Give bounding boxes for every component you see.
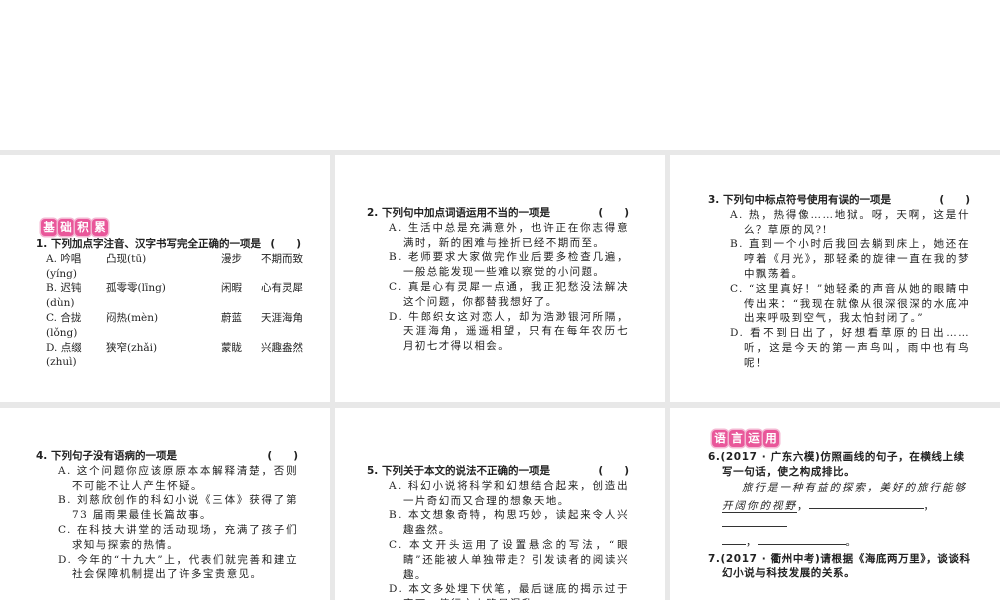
badge-char: 积 — [75, 219, 91, 236]
question-2: 2. 下列句中加点词语运用不当的一项是 ( ) A. 生活中总是充满意外，也许正在… — [367, 206, 629, 354]
option-cell: 闷热(mèn) — [106, 311, 159, 324]
answer-blank[interactable] — [808, 497, 924, 509]
option: D. 本文多处埋下伏笔，最后谜底的揭示过于突兀，使行文上略显混乱。 — [389, 583, 629, 600]
option-cell: 漫步 — [221, 252, 242, 265]
option-cell: A. 吟唱(yíng) — [46, 252, 82, 280]
question-3: 3. 下列句中标点符号使用有误的一项是 ( ) A. 热，热得像……地狱。呀，天啊… — [708, 193, 970, 371]
option-cell: C. 合拢(lǒng) — [46, 311, 82, 339]
option-row: C. 合拢(lǒng) 闷热(mèn) 蔚蓝 天涯海角 — [36, 311, 303, 341]
section-badge-usage: 语言运用 — [712, 430, 779, 447]
badge-char: 基 — [41, 219, 57, 236]
prompt-text: 旅行是一种有益的探索，美好的旅行能够 — [742, 481, 967, 494]
option: C. “这里真好！”她轻柔的声音从她的眼睛中传出来：“我现在就像从很深很深的水底… — [730, 282, 970, 325]
answer-bracket[interactable]: ( ) — [598, 464, 629, 479]
option: A. 这个问题你应该原原本本解释清楚，否则不可能不让人产生怀疑。 — [58, 464, 298, 492]
option-row: A. 吟唱(yíng) 凸现(tū) 漫步 不期而致 — [36, 252, 303, 282]
punct: ， — [797, 499, 809, 512]
option: B. 本文想象奇特，构思巧妙，读起来令人兴趣盎然。 — [389, 509, 629, 537]
panel-question-5: 5. 下列关于本文的说法不正确的一项是 ( ) A. 科幻小说将科学和幻想结合起来… — [335, 408, 665, 600]
option-row: B. 迟钝(dùn) 孤零零(līng) 闲暇 心有灵犀 — [36, 281, 303, 311]
question-stem: 1. 下列加点字注音、汉字书写完全正确的一项是 ( ) — [36, 237, 301, 252]
option: C. 真是心有灵犀一点通，我正犯愁没法解决这个问题，你都替我想好了。 — [389, 280, 629, 308]
question-stem: 5. 下列关于本文的说法不正确的一项是 ( ) — [367, 464, 629, 479]
option: C. 本文开头运用了设置悬念的写法，“眼睛”还能被人单独带走？引发读者的阅读兴趣… — [389, 538, 629, 581]
badge-char: 用 — [763, 430, 779, 447]
option-cell: 兴趣盎然 — [261, 341, 303, 354]
option-row: D. 点缀(zhuì) 狭窄(zhǎi) 蒙眬 兴趣盎然 — [36, 341, 303, 371]
option: A. 热，热得像……地狱。呀，天啊，这是什么？草原的风?! — [730, 208, 970, 236]
question-stem: 6.(2017 · 广东六模)仿照画线的句子，在横线上续写一句话，使之构成排比。 — [708, 451, 965, 478]
badge-char: 言 — [729, 430, 745, 447]
blank-header-area — [0, 0, 1000, 150]
option: A. 生活中总是充满意外，也许正在你志得意满时，新的困难与挫折已经不期而至。 — [389, 221, 629, 249]
question-4: 4. 下列句子没有语病的一项是 ( ) A. 这个问题你应该原原本本解释清楚，否则… — [36, 449, 298, 582]
badge-char: 语 — [712, 430, 728, 447]
answer-blank[interactable] — [757, 533, 846, 545]
stem-text: 2. 下列句中加点词语运用不当的一项是 — [367, 207, 550, 219]
panel-question-2: 2. 下列句中加点词语运用不当的一项是 ( ) A. 生活中总是充满意外，也许正在… — [335, 155, 665, 402]
option: D. 今年的“十九大”上，代表们就完善和建立社会保障机制提出了许多宝贵意见。 — [58, 553, 298, 581]
q6-prompt: 旅行是一种有益的探索，美好的旅行能够开阔你的视野，， ，。 — [708, 480, 973, 551]
answer-bracket[interactable]: ( ) — [598, 206, 629, 221]
question-6: 6.(2017 · 广东六模)仿照画线的句子，在横线上续写一句话，使之构成排比。… — [708, 450, 973, 581]
punct: ， — [746, 535, 758, 548]
panel-questions-6-7: 语言运用 6.(2017 · 广东六模)仿照画线的句子，在横线上续写一句话，使之… — [670, 408, 1000, 600]
stem-text: 4. 下列句子没有语病的一项是 — [36, 450, 177, 462]
badge-char: 础 — [58, 219, 74, 236]
option-cell: 狭窄(zhǎi) — [106, 341, 158, 354]
option: D. 看不到日出了，好想看草原的日出……听，这是今天的第一声鸟叫，雨中也有鸟呢！ — [730, 327, 970, 369]
answer-bracket[interactable]: ( ) — [270, 237, 301, 252]
option-cell: B. 迟钝(dùn) — [46, 282, 82, 310]
option-cell: 心有灵犀 — [261, 282, 303, 295]
panel-question-4: 4. 下列句子没有语病的一项是 ( ) A. 这个问题你应该原原本本解释清楚，否则… — [0, 408, 330, 600]
option: B. 老师要求大家做完作业后要多检查几遍，一般总能发现一些难以察觉的小问题。 — [389, 251, 629, 279]
option: D. 牛郎织女这对恋人，却为浩渺银河所隔，天涯海角，遥遥相望，只有在每年农历七月… — [389, 310, 629, 353]
panel-question-3: 3. 下列句中标点符号使用有误的一项是 ( ) A. 热，热得像……地狱。呀，天啊… — [670, 155, 1000, 402]
question-stem: 2. 下列句中加点词语运用不当的一项是 ( ) — [367, 206, 629, 221]
question-7-stem: 7.(2017 · 衢州中考)请根据《海底两万里》，谈谈科幻小说与科技发展的关系… — [708, 552, 971, 580]
option-cell: 孤零零(līng) — [106, 282, 166, 295]
option: C. 在科技大讲堂的活动现场，充满了孩子们求知与探索的热情。 — [58, 523, 298, 551]
option-cell: 凸现(tū) — [106, 252, 147, 265]
option: A. 科幻小说将科学和幻想结合起来，创造出一片奇幻而又合理的想象天地。 — [389, 479, 629, 507]
option-cell: 闲暇 — [221, 282, 242, 295]
badge-char: 运 — [746, 430, 762, 447]
stem-text: 1. 下列加点字注音、汉字书写完全正确的一项是 — [36, 238, 261, 250]
answer-blank[interactable] — [722, 515, 787, 527]
punct: 。 — [845, 535, 857, 548]
option-cell: 天涯海角 — [261, 311, 303, 324]
answer-blank[interactable] — [722, 533, 746, 545]
panel-question-1: 基础积累 1. 下列加点字注音、汉字书写完全正确的一项是 ( ) A. 吟唱(yí… — [0, 155, 330, 402]
question-5: 5. 下列关于本文的说法不正确的一项是 ( ) A. 科幻小说将科学和幻想结合起来… — [367, 464, 629, 600]
answer-bracket[interactable]: ( ) — [939, 193, 970, 208]
option-cell: 蔚蓝 — [221, 311, 242, 324]
question-stem: 3. 下列句中标点符号使用有误的一项是 ( ) — [708, 193, 970, 208]
badge-char: 累 — [92, 219, 108, 236]
underlined-sentence: 开阔你的视野 — [722, 499, 797, 513]
section-badge-basic: 基础积累 — [41, 219, 108, 236]
question-stem: 4. 下列句子没有语病的一项是 ( ) — [36, 449, 298, 464]
punct: ， — [923, 499, 935, 512]
option-cell: D. 点缀(zhuì) — [46, 341, 82, 369]
option: B. 刘慈欣创作的科幻小说《三体》获得了第 73 届雨果最佳长篇故事。 — [58, 494, 298, 522]
stem-text: 5. 下列关于本文的说法不正确的一项是 — [367, 465, 550, 477]
question-1: 1. 下列加点字注音、汉字书写完全正确的一项是 ( ) A. 吟唱(yíng) 凸现… — [36, 237, 303, 371]
option: B. 直到一个小时后我回去躺到床上，她还在哼着《月光》，那轻柔的旋律一直在我的梦… — [730, 238, 970, 280]
option-cell: 不期而致 — [261, 252, 303, 265]
stem-text: 3. 下列句中标点符号使用有误的一项是 — [708, 194, 891, 206]
answer-bracket[interactable]: ( ) — [267, 449, 298, 464]
option-cell: 蒙眬 — [221, 341, 242, 354]
